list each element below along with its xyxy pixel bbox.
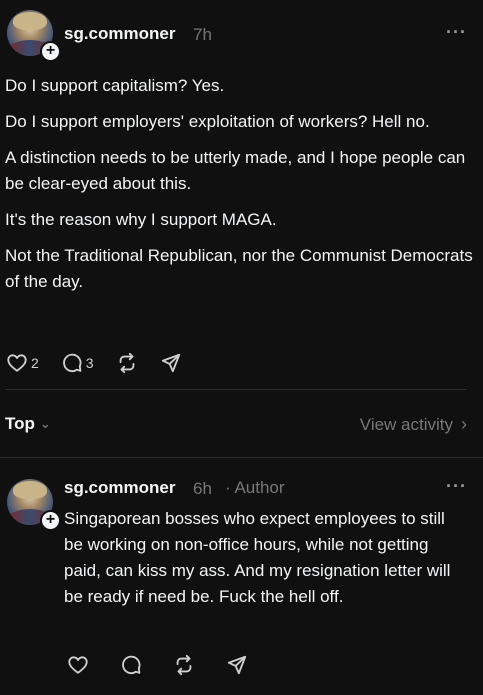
sort-label: Top: [5, 414, 35, 433]
post-header: + sg.commoner 7h ···: [0, 0, 483, 70]
post-body: Do I support capitalism? Yes. Do I suppo…: [5, 73, 475, 305]
avatar[interactable]: +: [7, 10, 61, 62]
like-button[interactable]: [67, 654, 89, 676]
share-button[interactable]: [226, 654, 248, 676]
author-badge: · Author: [225, 478, 285, 497]
post-paragraph: Do I support employers' exploitation of …: [5, 112, 430, 131]
reply-button[interactable]: 3: [61, 352, 94, 374]
share-button[interactable]: [160, 352, 182, 374]
view-activity-link[interactable]: View activity ›: [360, 414, 467, 435]
heart-icon: [7, 354, 27, 372]
comment-icon: [62, 353, 82, 373]
thread-screen: + sg.commoner 7h ··· Do I support capita…: [0, 0, 483, 695]
like-button[interactable]: 2: [6, 352, 39, 374]
replies-sort-bar: Top ⌄ View activity ›: [5, 412, 467, 438]
post-time: 7h: [193, 25, 212, 44]
repost-icon: [119, 352, 134, 374]
reply-count: 3: [85, 355, 94, 371]
reply-text: Singaporean bosses who expect employees …: [64, 509, 451, 606]
reply-time: 6h: [193, 479, 212, 498]
post-paragraph: Not the Traditional Republican, nor the …: [5, 246, 473, 291]
send-icon: [161, 353, 180, 373]
reply-avatar[interactable]: +: [7, 479, 61, 531]
post-paragraph: Do I support capitalism? Yes.: [5, 76, 225, 95]
section-divider: [0, 457, 483, 458]
post-username[interactable]: sg.commoner: [64, 24, 175, 44]
reply-actions: [67, 654, 270, 676]
view-activity-label: View activity: [359, 414, 453, 434]
more-icon[interactable]: ···: [446, 22, 467, 43]
post-paragraph: A distinction needs to be utterly made, …: [5, 148, 466, 193]
comment-icon: [122, 655, 141, 675]
reply-username[interactable]: sg.commoner: [64, 478, 175, 498]
post-divider: [5, 389, 467, 390]
follow-plus-icon[interactable]: +: [40, 510, 61, 531]
repost-button[interactable]: [116, 352, 138, 374]
reply-button[interactable]: [120, 654, 142, 676]
chevron-right-icon: ›: [461, 414, 467, 434]
post-actions: 2 3: [6, 352, 204, 374]
heart-icon: [68, 656, 88, 674]
more-icon[interactable]: ···: [446, 476, 467, 497]
repost-icon: [176, 654, 192, 676]
sort-dropdown[interactable]: Top ⌄: [5, 414, 51, 434]
repost-button[interactable]: [173, 654, 195, 676]
like-count: 2: [31, 355, 39, 371]
post-paragraph: It's the reason why I support MAGA.: [5, 210, 277, 229]
chevron-down-icon: ⌄: [39, 416, 51, 431]
follow-plus-icon[interactable]: +: [40, 41, 61, 62]
send-icon: [227, 655, 247, 675]
